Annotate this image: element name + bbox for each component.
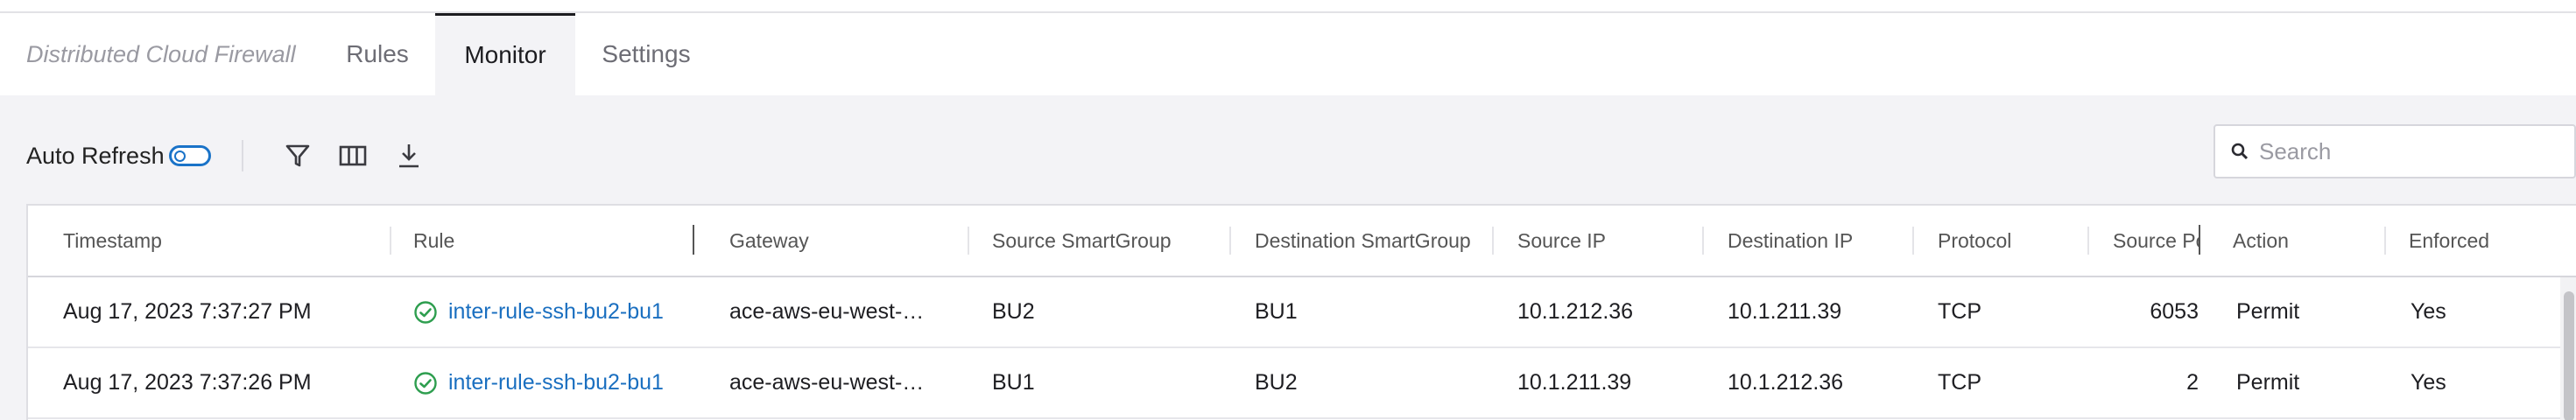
auto-refresh-toggle[interactable] <box>169 145 211 166</box>
rule-link[interactable]: inter-rule-ssh-bu2-bu1 <box>448 348 711 417</box>
col-divider[interactable] <box>1912 227 1914 255</box>
cell-destination-smartgroup: BU1 <box>1255 299 1298 324</box>
col-divider[interactable] <box>1492 227 1494 255</box>
cell-source-smartgroup: BU2 <box>992 299 1035 324</box>
rule-link[interactable]: inter-rule-ssh-bu2-bu1 <box>448 277 711 346</box>
columns-icon[interactable] <box>337 140 369 172</box>
col-timestamp[interactable]: Timestamp <box>63 206 396 276</box>
col-resize-handle[interactable] <box>2199 225 2200 255</box>
col-rule[interactable]: Rule <box>413 206 676 276</box>
col-enforced[interactable]: Enforced <box>2409 206 2549 276</box>
col-action[interactable]: Action <box>2233 206 2390 276</box>
cell-timestamp: Aug 17, 2023 7:37:26 PM <box>63 370 312 395</box>
col-destination-smartgroup[interactable]: Destination SmartGroup <box>1255 206 1491 276</box>
col-divider[interactable] <box>1702 227 1704 255</box>
col-divider[interactable] <box>390 227 391 255</box>
cell-action: Permit <box>2236 370 2300 395</box>
col-divider[interactable] <box>2087 227 2089 255</box>
search-placeholder: Search <box>2259 138 2332 164</box>
download-icon[interactable] <box>393 140 425 172</box>
check-circle-icon <box>413 300 438 325</box>
cell-enforced: Yes <box>2411 370 2446 395</box>
check-circle-icon <box>413 371 438 396</box>
col-gateway[interactable]: Gateway <box>729 206 957 276</box>
tab-bar: Distributed Cloud Firewall Rules Monitor… <box>0 13 2576 96</box>
cell-destination-ip: 10.1.212.36 <box>1728 370 1844 395</box>
logs-table: Timestamp Rule Gateway Source SmartGroup… <box>26 204 2576 420</box>
search-icon <box>2229 141 2250 162</box>
table-row[interactable]: Aug 17, 2023 7:37:26 PM inter-rule-ssh-b… <box>28 348 2576 419</box>
cell-source-port: 6053 <box>2150 299 2199 324</box>
col-divider[interactable] <box>1229 227 1231 255</box>
scrollbar-thumb[interactable] <box>2564 291 2574 420</box>
tab-rules[interactable]: Rules <box>327 13 427 95</box>
cell-gateway: ace-aws-eu-west-… <box>729 299 925 324</box>
toolbar-divider <box>242 140 243 172</box>
col-destination-ip[interactable]: Destination IP <box>1728 206 1903 276</box>
tab-settings[interactable]: Settings <box>584 13 708 95</box>
col-divider[interactable] <box>2384 227 2386 255</box>
cell-source-smartgroup: BU1 <box>992 370 1035 395</box>
cell-source-ip: 10.1.211.39 <box>1517 370 1632 395</box>
table-row[interactable]: Aug 17, 2023 7:37:27 PM inter-rule-ssh-b… <box>28 277 2576 348</box>
cell-action: Permit <box>2236 299 2300 324</box>
top-border <box>0 0 2576 13</box>
cell-timestamp: Aug 17, 2023 7:37:27 PM <box>63 299 312 324</box>
col-protocol[interactable]: Protocol <box>1938 206 2095 276</box>
col-source-ip[interactable]: Source IP <box>1517 206 1693 276</box>
cell-destination-ip: 10.1.211.39 <box>1728 299 1842 324</box>
section-title: Distributed Cloud Firewall <box>26 41 296 67</box>
cell-destination-smartgroup: BU2 <box>1255 370 1298 395</box>
cell-source-ip: 10.1.212.36 <box>1517 299 1634 324</box>
col-divider[interactable] <box>968 227 969 255</box>
table-header: Timestamp Rule Gateway Source SmartGroup… <box>28 206 2576 277</box>
table-scrollbar[interactable] <box>2560 277 2576 420</box>
cell-gateway: ace-aws-eu-west-… <box>729 370 925 395</box>
cell-protocol: TCP <box>1938 299 1981 324</box>
auto-refresh-label: Auto Refresh <box>26 143 165 169</box>
search-input[interactable]: Search <box>2214 124 2576 178</box>
col-resize-handle[interactable] <box>693 225 694 255</box>
col-source-port[interactable]: Source Po <box>2113 206 2199 276</box>
cell-enforced: Yes <box>2411 299 2446 324</box>
toggle-knob <box>174 150 186 162</box>
cell-protocol: TCP <box>1938 370 1981 395</box>
tab-monitor[interactable]: Monitor <box>435 13 575 96</box>
col-source-smartgroup[interactable]: Source SmartGroup <box>992 206 1228 276</box>
filter-icon[interactable] <box>282 140 313 172</box>
cell-source-port: 2 <box>2186 370 2199 395</box>
